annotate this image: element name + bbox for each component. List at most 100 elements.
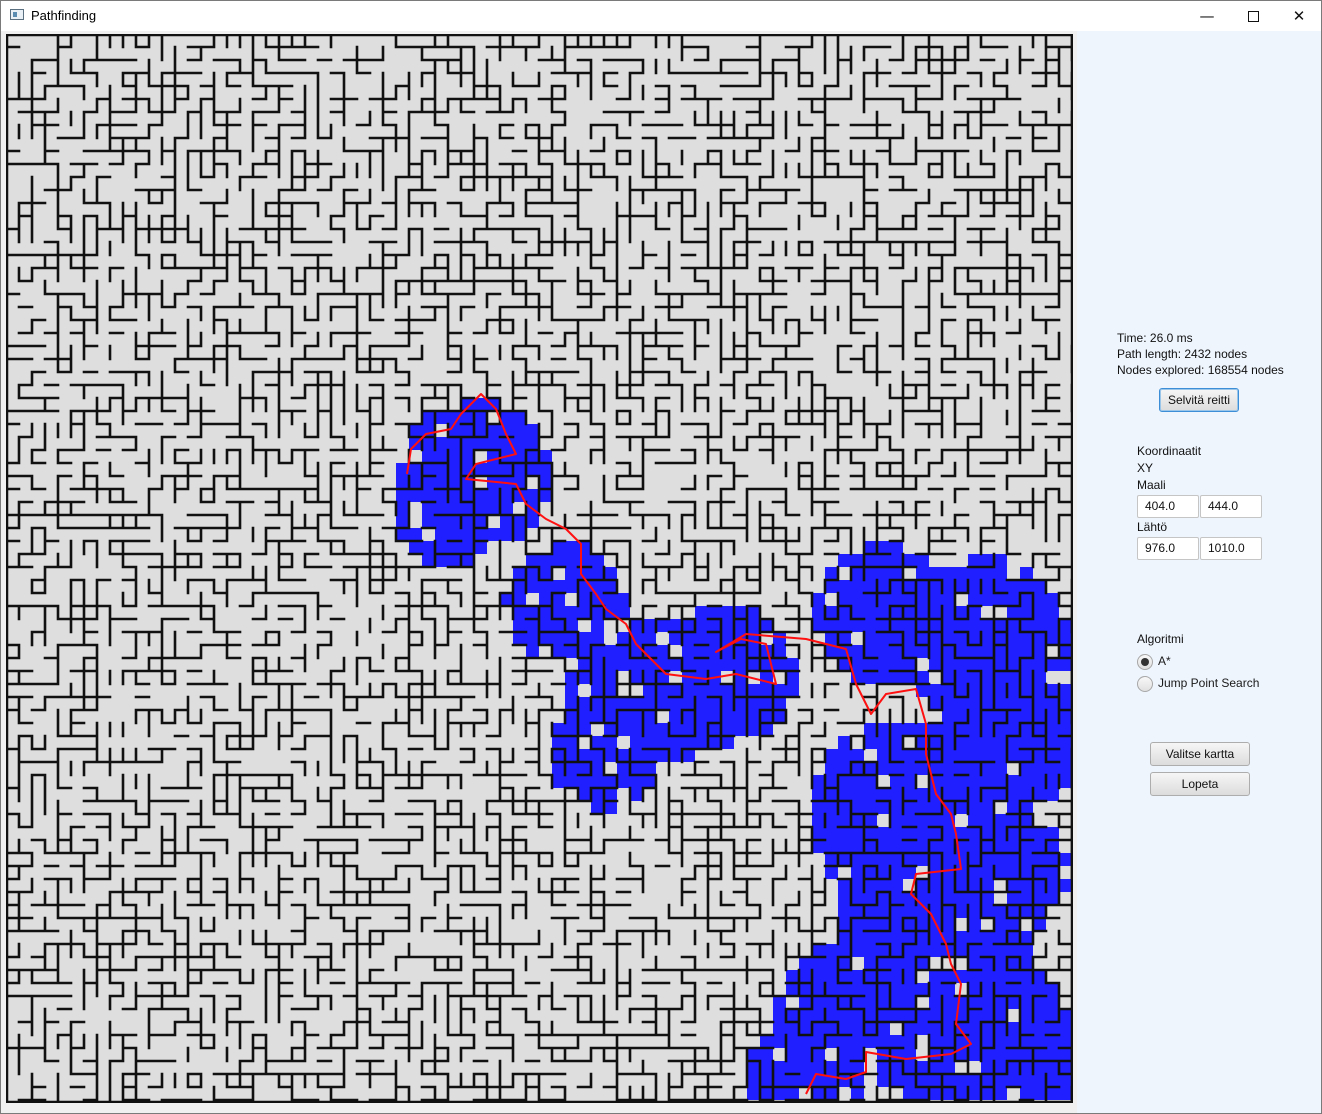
explored-cell <box>1033 606 1046 619</box>
explored-cell <box>851 827 864 840</box>
explored-cell <box>1059 775 1072 788</box>
explored-cell <box>929 801 942 814</box>
explored-cell <box>1059 853 1072 866</box>
explored-cell <box>656 645 669 658</box>
explored-cell <box>890 879 903 892</box>
start-y-field[interactable]: 1010.0 <box>1200 537 1262 560</box>
explored-cell <box>1033 970 1046 983</box>
explored-cell <box>890 892 903 905</box>
explored-cell <box>656 684 669 697</box>
explored-cell <box>903 788 916 801</box>
explored-cell <box>1033 645 1046 658</box>
radio-button-jump-point-search[interactable] <box>1137 676 1153 692</box>
explored-cell <box>448 541 461 554</box>
explored-cell <box>968 619 981 632</box>
maze-canvas[interactable] <box>6 34 1073 1103</box>
explored-cell <box>929 840 942 853</box>
explored-cell <box>1007 996 1020 1009</box>
quit-button[interactable]: Lopeta <box>1150 772 1250 796</box>
explored-cell <box>760 1048 773 1061</box>
explored-cell <box>1007 723 1020 736</box>
explored-cell <box>851 996 864 1009</box>
explored-cell <box>669 723 682 736</box>
close-button[interactable]: ✕ <box>1276 1 1321 31</box>
explored-cell <box>890 775 903 788</box>
explored-cell <box>1020 658 1033 671</box>
explored-cell <box>968 736 981 749</box>
explored-cell <box>578 580 591 593</box>
explored-cell <box>786 970 799 983</box>
explored-cell <box>773 697 786 710</box>
minimize-button[interactable]: — <box>1184 1 1230 31</box>
explored-cell <box>721 658 734 671</box>
explored-cell <box>1033 619 1046 632</box>
explored-cell <box>1059 749 1072 762</box>
goal-y-field[interactable]: 444.0 <box>1200 495 1262 518</box>
explored-cell <box>630 788 643 801</box>
explored-cell <box>955 996 968 1009</box>
explored-cell <box>591 658 604 671</box>
solve-route-button[interactable]: Selvitä reitti <box>1159 388 1239 412</box>
explored-cell <box>981 762 994 775</box>
explored-cell <box>409 463 422 476</box>
radio-button-a-star[interactable] <box>1137 654 1153 670</box>
explored-cell <box>812 788 825 801</box>
explored-cell <box>422 450 435 463</box>
explored-cell <box>1020 697 1033 710</box>
explored-cell <box>903 918 916 931</box>
explored-cell <box>838 931 851 944</box>
explored-cell <box>500 489 513 502</box>
explored-cell <box>903 1087 916 1100</box>
explored-cell <box>539 593 552 606</box>
explored-cell <box>1059 684 1072 697</box>
explored-cell <box>825 866 838 879</box>
explored-cell <box>825 606 838 619</box>
nodes-explored-stat: Nodes explored: 168554 nodes <box>1117 363 1284 377</box>
explored-cell <box>1020 814 1033 827</box>
explored-cell <box>734 671 747 684</box>
explored-cell <box>591 632 604 645</box>
explored-cell <box>552 632 565 645</box>
explored-cell <box>552 736 565 749</box>
explored-cell <box>825 1035 838 1048</box>
explored-cell <box>851 970 864 983</box>
choose-map-button[interactable]: Valitse kartta <box>1150 742 1250 766</box>
goal-x-field[interactable]: 404.0 <box>1137 495 1199 518</box>
explored-cell <box>903 996 916 1009</box>
explored-cell <box>838 801 851 814</box>
explored-cell <box>942 775 955 788</box>
explored-cell <box>539 606 552 619</box>
explored-cell <box>903 593 916 606</box>
explored-cell <box>487 437 500 450</box>
explored-cell <box>435 463 448 476</box>
explored-cell <box>942 1035 955 1048</box>
explored-cell <box>825 970 838 983</box>
explored-cell <box>877 827 890 840</box>
explored-cell <box>981 1009 994 1022</box>
explored-cell <box>916 554 929 567</box>
explored-cell <box>955 606 968 619</box>
explored-cell <box>643 762 656 775</box>
explored-cell <box>812 1048 825 1061</box>
explored-cell <box>721 710 734 723</box>
explored-cell <box>708 723 721 736</box>
explored-cell <box>578 593 591 606</box>
explored-cell <box>812 970 825 983</box>
explored-cell <box>968 1022 981 1035</box>
explored-cell <box>1046 1087 1059 1100</box>
explored-cell <box>838 606 851 619</box>
explored-cell <box>643 619 656 632</box>
explored-cell <box>903 658 916 671</box>
explored-cell <box>617 645 630 658</box>
explored-cell <box>1007 1074 1020 1087</box>
explored-cell <box>786 1074 799 1087</box>
explored-cell <box>604 710 617 723</box>
explored-cell <box>578 762 591 775</box>
title-bar[interactable]: Pathfinding — ✕ <box>1 1 1321 31</box>
explored-cell <box>448 554 461 567</box>
maximize-button[interactable] <box>1230 1 1276 31</box>
explored-cell <box>591 619 604 632</box>
explored-cell <box>942 658 955 671</box>
explored-cell <box>1007 593 1020 606</box>
start-x-field[interactable]: 976.0 <box>1137 537 1199 560</box>
